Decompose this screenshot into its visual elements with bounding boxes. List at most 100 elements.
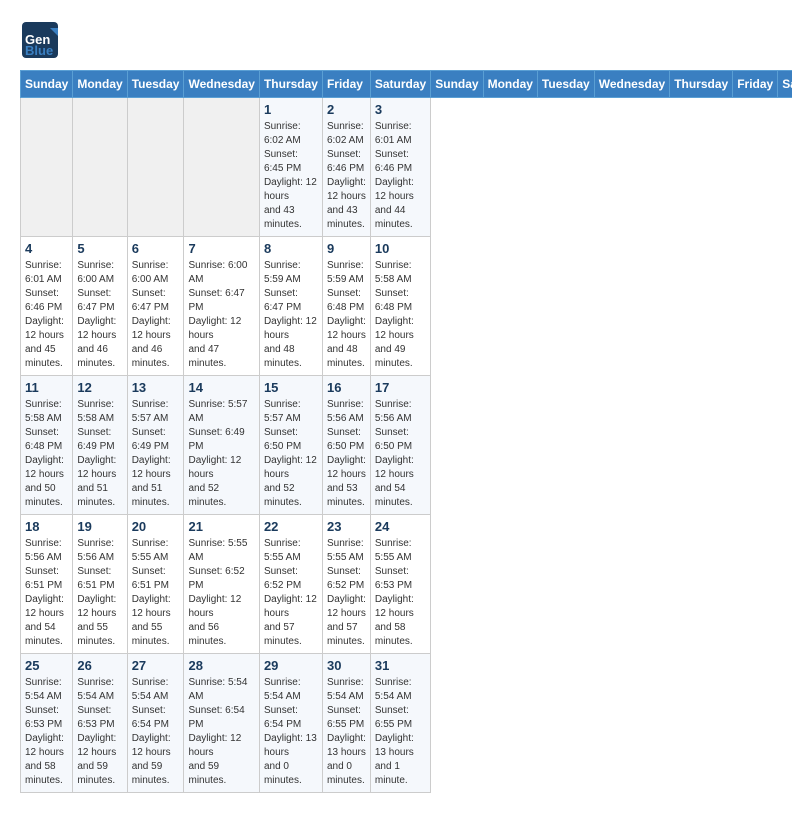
calendar-cell (21, 98, 73, 237)
calendar-day-header: Sunday (431, 71, 483, 98)
logo: Gen Blue (20, 20, 64, 60)
calendar-cell (127, 98, 184, 237)
calendar-day-header: Saturday (778, 71, 792, 98)
day-number: 14 (188, 380, 254, 395)
day-number: 17 (375, 380, 426, 395)
day-info: Sunrise: 5:54 AM Sunset: 6:55 PM Dayligh… (375, 676, 426, 788)
day-info: Sunrise: 5:57 AM Sunset: 6:49 PM Dayligh… (132, 398, 180, 510)
day-info: Sunrise: 5:56 AM Sunset: 6:50 PM Dayligh… (375, 398, 426, 510)
calendar-cell: 1 Sunrise: 6:02 AM Sunset: 6:45 PM Daylig… (259, 98, 322, 237)
day-info: Sunrise: 5:55 AM Sunset: 6:52 PM Dayligh… (327, 537, 366, 649)
day-number: 26 (77, 658, 122, 673)
calendar-cell: 19 Sunrise: 5:56 AM Sunset: 6:51 PM Dayli… (73, 515, 127, 654)
day-info: Sunrise: 5:55 AM Sunset: 6:53 PM Dayligh… (375, 537, 426, 649)
day-info: Sunrise: 5:56 AM Sunset: 6:51 PM Dayligh… (77, 537, 122, 649)
day-number: 21 (188, 519, 254, 534)
day-number: 5 (77, 241, 122, 256)
calendar-cell: 12 Sunrise: 5:58 AM Sunset: 6:49 PM Dayli… (73, 376, 127, 515)
day-number: 29 (264, 658, 318, 673)
day-info: Sunrise: 5:54 AM Sunset: 6:54 PM Dayligh… (132, 676, 180, 788)
calendar-cell: 24 Sunrise: 5:55 AM Sunset: 6:53 PM Dayli… (370, 515, 430, 654)
day-number: 19 (77, 519, 122, 534)
day-number: 11 (25, 380, 68, 395)
day-number: 30 (327, 658, 366, 673)
day-number: 23 (327, 519, 366, 534)
calendar-cell (184, 98, 259, 237)
calendar-cell: 30 Sunrise: 5:54 AM Sunset: 6:55 PM Dayli… (322, 654, 370, 793)
calendar-week-row: 4Sunrise: 6:01 AM Sunset: 6:46 PM Daylig… (21, 237, 792, 376)
day-info: Sunrise: 6:02 AM Sunset: 6:45 PM Dayligh… (264, 120, 318, 232)
day-info: Sunrise: 5:56 AM Sunset: 6:50 PM Dayligh… (327, 398, 366, 510)
calendar-week-row: 11 Sunrise: 5:58 AM Sunset: 6:48 PM Dayli… (21, 376, 792, 515)
day-number: 3 (375, 102, 426, 117)
calendar-cell: 8Sunrise: 5:59 AM Sunset: 6:47 PM Daylig… (259, 237, 322, 376)
day-info: Sunrise: 6:00 AM Sunset: 6:47 PM Dayligh… (132, 259, 180, 371)
calendar-cell: 25 Sunrise: 5:54 AM Sunset: 6:53 PM Dayli… (21, 654, 73, 793)
calendar-cell: 3 Sunrise: 6:01 AM Sunset: 6:46 PM Daylig… (370, 98, 430, 237)
calendar-day-header: Tuesday (537, 71, 594, 98)
calendar-cell: 2 Sunrise: 6:02 AM Sunset: 6:46 PM Daylig… (322, 98, 370, 237)
day-info: Sunrise: 5:58 AM Sunset: 6:48 PM Dayligh… (375, 259, 426, 371)
day-number: 31 (375, 658, 426, 673)
day-number: 24 (375, 519, 426, 534)
day-info: Sunrise: 5:56 AM Sunset: 6:51 PM Dayligh… (25, 537, 68, 649)
day-number: 13 (132, 380, 180, 395)
calendar-day-header: Wednesday (594, 71, 669, 98)
calendar-day-header: Friday (733, 71, 778, 98)
day-number: 25 (25, 658, 68, 673)
day-info: Sunrise: 5:55 AM Sunset: 6:52 PM Dayligh… (188, 537, 254, 649)
calendar-week-row: 1 Sunrise: 6:02 AM Sunset: 6:45 PM Daylig… (21, 98, 792, 237)
calendar-day-header: Saturday (370, 71, 430, 98)
day-info: Sunrise: 5:55 AM Sunset: 6:51 PM Dayligh… (132, 537, 180, 649)
calendar-day-header: Thursday (670, 71, 733, 98)
calendar-cell: 14 Sunrise: 5:57 AM Sunset: 6:49 PM Dayli… (184, 376, 259, 515)
calendar-week-row: 25 Sunrise: 5:54 AM Sunset: 6:53 PM Dayli… (21, 654, 792, 793)
day-info: Sunrise: 5:55 AM Sunset: 6:52 PM Dayligh… (264, 537, 318, 649)
calendar-cell: 9Sunrise: 5:59 AM Sunset: 6:48 PM Daylig… (322, 237, 370, 376)
calendar-cell: 22 Sunrise: 5:55 AM Sunset: 6:52 PM Dayli… (259, 515, 322, 654)
calendar-cell: 18 Sunrise: 5:56 AM Sunset: 6:51 PM Dayli… (21, 515, 73, 654)
day-info: Sunrise: 6:01 AM Sunset: 6:46 PM Dayligh… (25, 259, 68, 371)
calendar-cell: 16 Sunrise: 5:56 AM Sunset: 6:50 PM Dayli… (322, 376, 370, 515)
day-info: Sunrise: 6:01 AM Sunset: 6:46 PM Dayligh… (375, 120, 426, 232)
calendar-cell: 29Sunrise: 5:54 AM Sunset: 6:54 PM Dayli… (259, 654, 322, 793)
calendar-week-row: 18 Sunrise: 5:56 AM Sunset: 6:51 PM Dayli… (21, 515, 792, 654)
calendar-cell: 31 Sunrise: 5:54 AM Sunset: 6:55 PM Dayli… (370, 654, 430, 793)
day-info: Sunrise: 5:57 AM Sunset: 6:49 PM Dayligh… (188, 398, 254, 510)
calendar-header-row: SundayMondayTuesdayWednesdayThursdayFrid… (21, 71, 792, 98)
calendar-cell: 11 Sunrise: 5:58 AM Sunset: 6:48 PM Dayli… (21, 376, 73, 515)
day-number: 2 (327, 102, 366, 117)
day-number: 18 (25, 519, 68, 534)
calendar-table: SundayMondayTuesdayWednesdayThursdayFrid… (20, 70, 792, 793)
calendar-day-header: Monday (483, 71, 537, 98)
day-info: Sunrise: 5:58 AM Sunset: 6:49 PM Dayligh… (77, 398, 122, 510)
day-number: 16 (327, 380, 366, 395)
calendar-cell: 27Sunrise: 5:54 AM Sunset: 6:54 PM Dayli… (127, 654, 184, 793)
calendar-day-header: Monday (73, 71, 127, 98)
day-number: 22 (264, 519, 318, 534)
day-info: Sunrise: 5:54 AM Sunset: 6:53 PM Dayligh… (25, 676, 68, 788)
calendar-cell: 28 Sunrise: 5:54 AM Sunset: 6:54 PM Dayli… (184, 654, 259, 793)
calendar-cell: 23 Sunrise: 5:55 AM Sunset: 6:52 PM Dayli… (322, 515, 370, 654)
calendar-day-header: Tuesday (127, 71, 184, 98)
day-number: 7 (188, 241, 254, 256)
day-info: Sunrise: 5:54 AM Sunset: 6:55 PM Dayligh… (327, 676, 366, 788)
day-number: 28 (188, 658, 254, 673)
day-number: 8 (264, 241, 318, 256)
calendar-cell: 21 Sunrise: 5:55 AM Sunset: 6:52 PM Dayli… (184, 515, 259, 654)
day-info: Sunrise: 6:02 AM Sunset: 6:46 PM Dayligh… (327, 120, 366, 232)
day-number: 1 (264, 102, 318, 117)
day-number: 6 (132, 241, 180, 256)
calendar-cell: 26 Sunrise: 5:54 AM Sunset: 6:53 PM Dayli… (73, 654, 127, 793)
calendar-day-header: Thursday (259, 71, 322, 98)
day-info: Sunrise: 5:59 AM Sunset: 6:48 PM Dayligh… (327, 259, 366, 371)
day-info: Sunrise: 5:54 AM Sunset: 6:53 PM Dayligh… (77, 676, 122, 788)
calendar-cell: 7Sunrise: 6:00 AM Sunset: 6:47 PM Daylig… (184, 237, 259, 376)
calendar-day-header: Friday (322, 71, 370, 98)
page-header: Gen Blue (20, 20, 772, 60)
day-info: Sunrise: 5:58 AM Sunset: 6:48 PM Dayligh… (25, 398, 68, 510)
calendar-cell: 10Sunrise: 5:58 AM Sunset: 6:48 PM Dayli… (370, 237, 430, 376)
day-info: Sunrise: 5:54 AM Sunset: 6:54 PM Dayligh… (188, 676, 254, 788)
calendar-cell: 13 Sunrise: 5:57 AM Sunset: 6:49 PM Dayli… (127, 376, 184, 515)
day-number: 12 (77, 380, 122, 395)
